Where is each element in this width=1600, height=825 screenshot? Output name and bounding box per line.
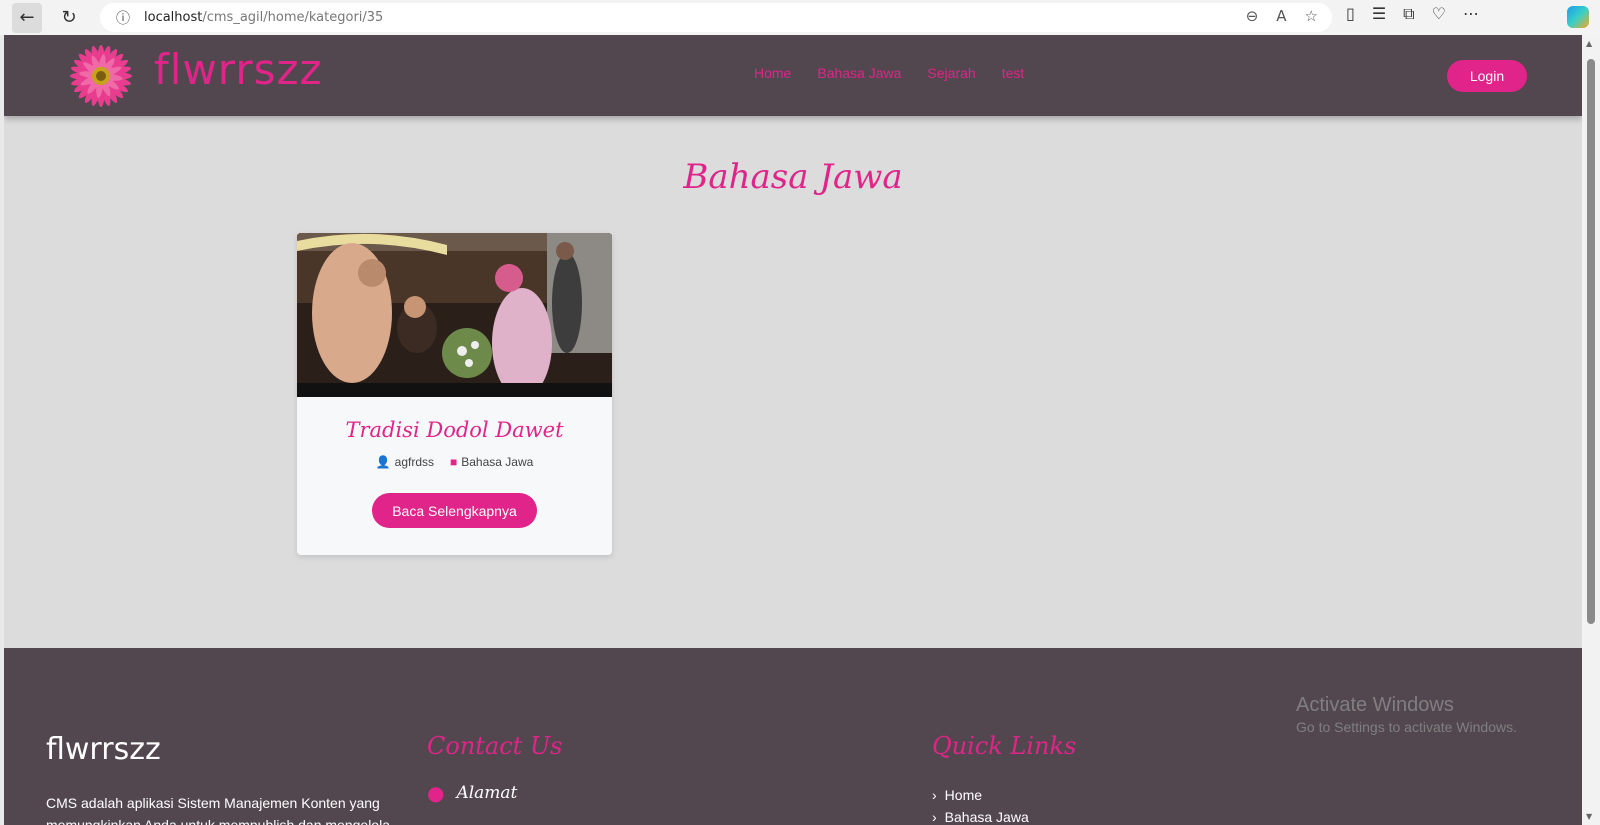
collections-icon[interactable]: ⧉ — [1403, 4, 1414, 24]
split-screen-icon[interactable]: ▯ — [1346, 4, 1355, 24]
main-nav: Home Bahasa Jawa Sejarah test — [754, 65, 1024, 81]
address-bar[interactable]: ⓘ localhost/cms_agil/home/kategori/35 ⊖ … — [100, 3, 1332, 32]
read-aloud-icon[interactable]: A — [1276, 7, 1286, 25]
quicklinks-list: › Home › Bahasa Jawa — [932, 784, 1037, 825]
post-category: ■ Bahasa Jawa — [450, 455, 533, 469]
info-icon[interactable]: ⓘ — [116, 8, 130, 28]
site-header: flwrrszz Home Bahasa Jawa Sejarah test L… — [4, 35, 1582, 116]
scroll-down-icon[interactable]: ▼ — [1586, 812, 1592, 821]
copilot-icon[interactable] — [1567, 6, 1589, 28]
reload-button[interactable]: ↻ — [54, 3, 84, 33]
nav-home[interactable]: Home — [754, 65, 791, 81]
post-category-name: Bahasa Jawa — [461, 455, 534, 469]
contact-address-label: Alamat — [456, 783, 518, 803]
post-thumbnail-image[interactable] — [297, 233, 612, 397]
flower-logo-icon[interactable] — [68, 43, 134, 109]
folder-icon: ■ — [450, 455, 458, 469]
activate-windows-watermark: Activate Windows Go to Settings to activ… — [1296, 694, 1517, 735]
site-footer: flwrrszz CMS adalah aplikasi Sistem Mana… — [4, 648, 1582, 825]
chevron-right-icon: › — [932, 787, 937, 803]
contact-address: ● Alamat — [427, 781, 517, 805]
watermark-line2: Go to Settings to activate Windows. — [1296, 719, 1517, 735]
page-scrollbar[interactable]: ▲ ▼ — [1582, 35, 1600, 825]
url-host: localhost — [144, 10, 203, 25]
browser-essentials-icon[interactable]: ♡ — [1432, 4, 1446, 24]
nav-bahasa-jawa[interactable]: Bahasa Jawa — [817, 65, 901, 81]
favorite-star-icon[interactable]: ☆ — [1305, 7, 1318, 25]
post-title[interactable]: Tradisi Dodol Dawet — [297, 418, 612, 442]
url-path: /cms_agil/home/kategori/35 — [202, 10, 384, 25]
post-meta: 👤 agfrdss ■ Bahasa Jawa — [297, 455, 612, 469]
favorites-icon[interactable]: ☰ — [1372, 4, 1386, 24]
scroll-up-icon[interactable]: ▲ — [1586, 39, 1592, 48]
page-title: Bahasa Jawa — [683, 157, 903, 197]
post-card: Tradisi Dodol Dawet 👤 agfrdss ■ Bahasa Jaw… — [297, 233, 612, 555]
chevron-right-icon: › — [932, 809, 937, 825]
post-author: 👤 agfrdss — [376, 455, 434, 469]
quicklink-item[interactable]: › Bahasa Jawa — [932, 806, 1037, 825]
site-brand[interactable]: flwrrszz — [154, 45, 323, 94]
arrow-left-icon: ← — [19, 7, 35, 28]
nav-test[interactable]: test — [1002, 65, 1025, 81]
login-button[interactable]: Login — [1447, 60, 1527, 92]
footer-brand: flwrrszz — [46, 732, 161, 767]
quicklink-label: Home — [944, 787, 983, 803]
quicklink-item[interactable]: › Home — [932, 784, 1037, 806]
reload-icon: ↻ — [61, 7, 77, 28]
back-button[interactable]: ← — [12, 2, 42, 33]
browser-toolbar: ← ↻ ⓘ localhost/cms_agil/home/kategori/3… — [0, 0, 1600, 35]
user-icon: 👤 — [375, 455, 391, 469]
address-url: localhost/cms_agil/home/kategori/35 — [144, 10, 383, 25]
map-pin-icon: ● — [427, 781, 445, 805]
scrollbar-thumb[interactable] — [1587, 59, 1595, 624]
nav-sejarah[interactable]: Sejarah — [927, 65, 975, 81]
quicklink-label: Bahasa Jawa — [944, 809, 1029, 825]
post-author-name: agfrdss — [394, 455, 434, 469]
quicklinks-heading: Quick Links — [932, 732, 1077, 760]
read-more-button[interactable]: Baca Selengkapnya — [372, 493, 537, 528]
contact-heading: Contact Us — [427, 732, 563, 760]
footer-description: CMS adalah aplikasi Sistem Manajemen Kon… — [46, 795, 390, 825]
more-menu-icon[interactable]: ⋯ — [1463, 4, 1479, 24]
zoom-out-icon[interactable]: ⊖ — [1246, 7, 1259, 25]
watermark-line1: Activate Windows — [1296, 694, 1454, 716]
